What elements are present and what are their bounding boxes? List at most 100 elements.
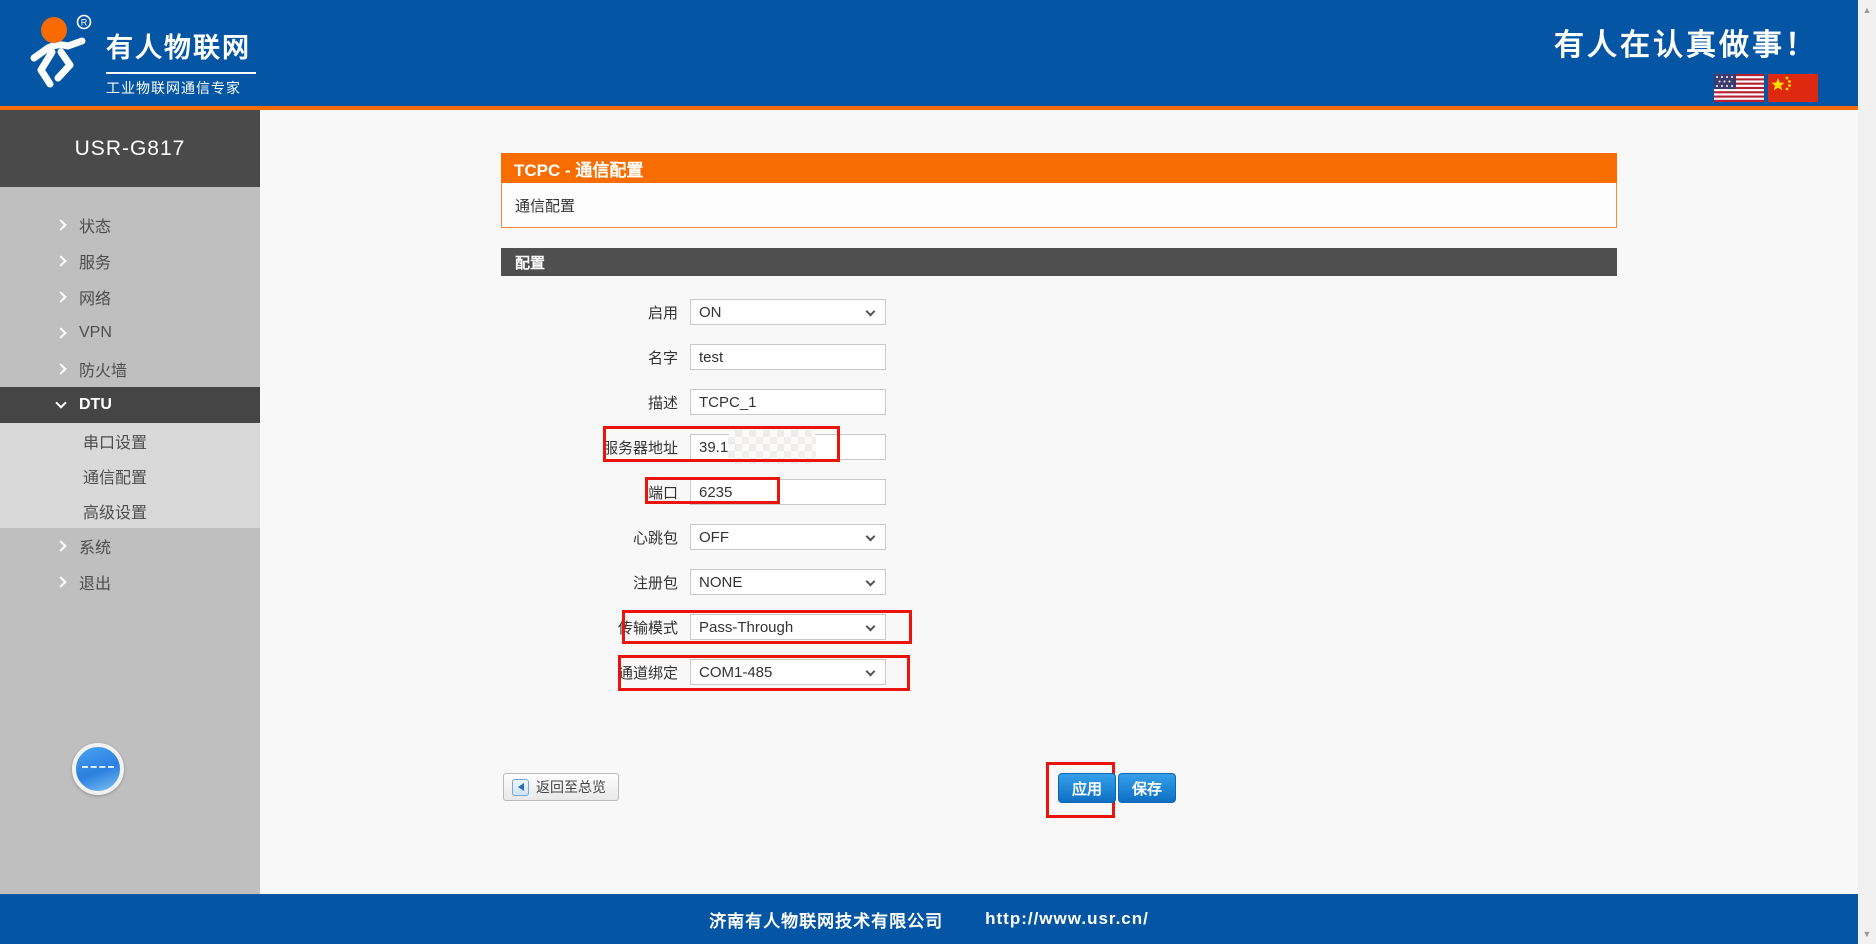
header-right: 有人在认真做事！ — [1554, 20, 1818, 102]
sidebar-item-label: 退出 — [79, 570, 111, 594]
page-subtitle: 通信配置 — [501, 183, 1617, 228]
form-row-channel-bind: 通道绑定 COM1-485 — [501, 659, 886, 685]
sidebar-item-label: VPN — [79, 324, 112, 342]
desc-field[interactable] — [690, 389, 886, 415]
form-row-transfer-mode: 传输模式 Pass-Through — [501, 614, 886, 640]
apply-button[interactable]: 应用 — [1058, 773, 1116, 803]
registered-mark: R — [81, 18, 88, 28]
vertical-scrollbar[interactable]: ▲ ▼ — [1858, 0, 1876, 944]
sidebar-item-label: 状态 — [79, 213, 111, 237]
sidebar-subitem-comm-config[interactable]: 通信配置 — [0, 458, 260, 493]
header-slogan: 有人在认真做事！ — [1554, 20, 1818, 64]
main-content: TCPC - 通信配置 通信配置 配置 启用 ON 名字 描述 服务器地址 — [260, 110, 1858, 894]
port-field[interactable] — [690, 479, 886, 505]
sidebar-item-label: DTU — [79, 396, 112, 414]
brand-divider — [106, 72, 256, 74]
dtu-submenu: 串口设置 通信配置 高级设置 — [0, 423, 260, 528]
chevron-right-icon — [55, 576, 66, 587]
brand: R 有人物联网 工业物联网通信专家 — [22, 12, 256, 98]
brand-subtitle: 工业物联网通信专家 — [106, 78, 256, 98]
chevron-right-icon — [55, 327, 66, 338]
sidebar-item-network[interactable]: 网络 — [0, 279, 260, 315]
form-row-register: 注册包 NONE — [501, 569, 886, 595]
chevron-right-icon — [55, 363, 66, 374]
back-button-label: 返回至总览 — [536, 777, 606, 797]
device-name: USR-G817 — [0, 110, 260, 187]
form-row-heartbeat: 心跳包 OFF — [501, 524, 886, 550]
channel-bind-label: 通道绑定 — [501, 662, 690, 683]
sidebar-subitem-advanced-settings[interactable]: 高级设置 — [0, 493, 260, 528]
sidebar-item-logout[interactable]: 退出 — [0, 564, 260, 600]
chevron-right-icon — [55, 291, 66, 302]
heartbeat-select-value: OFF — [691, 529, 729, 546]
footer: 济南有人物联网技术有限公司 http://www.usr.cn/ — [0, 894, 1858, 944]
port-label: 端口 — [501, 482, 690, 503]
section-header: 配置 — [501, 248, 1617, 276]
sidebar-subitem-label: 通信配置 — [83, 464, 147, 488]
chevron-down-icon — [866, 577, 876, 587]
form-row-desc: 描述 — [501, 389, 886, 415]
back-arrow-icon — [512, 779, 529, 796]
scroll-up-icon[interactable]: ▲ — [1858, 2, 1876, 18]
sidebar-item-vpn[interactable]: VPN — [0, 315, 260, 351]
chevron-right-icon — [55, 219, 66, 230]
sidebar-item-label: 网络 — [79, 285, 111, 309]
page-header-panel: TCPC - 通信配置 通信配置 — [501, 153, 1617, 228]
us-flag-icon[interactable] — [1714, 74, 1764, 102]
sidebar-item-status[interactable]: 状态 — [0, 207, 260, 243]
transfer-mode-select[interactable]: Pass-Through — [690, 614, 886, 640]
globe-badge-icon — [72, 743, 124, 795]
save-button[interactable]: 保存 — [1118, 773, 1176, 803]
cn-flag-icon[interactable] — [1768, 74, 1818, 102]
server-address-wrap — [690, 434, 886, 460]
back-to-overview-button[interactable]: 返回至总览 — [503, 773, 619, 801]
sidebar-subitem-label: 串口设置 — [83, 429, 147, 453]
server-address-label: 服务器地址 — [501, 437, 690, 458]
form-row-server: 服务器地址 — [501, 434, 886, 460]
chevron-right-icon — [55, 540, 66, 551]
footer-company: 济南有人物联网技术有限公司 — [709, 907, 943, 932]
config-form: 启用 ON 名字 描述 服务器地址 — [501, 299, 886, 704]
name-label: 名字 — [501, 347, 690, 368]
form-row-port: 端口 — [501, 479, 886, 505]
sidebar-item-dtu[interactable]: DTU — [0, 387, 260, 423]
heartbeat-label: 心跳包 — [501, 527, 690, 548]
enable-label: 启用 — [501, 302, 690, 323]
desc-label: 描述 — [501, 392, 690, 413]
channel-bind-select[interactable]: COM1-485 — [690, 659, 886, 685]
channel-bind-select-value: COM1-485 — [691, 664, 772, 681]
language-flags — [1554, 74, 1818, 102]
sidebar-subitem-serial-settings[interactable]: 串口设置 — [0, 423, 260, 458]
footer-url[interactable]: http://www.usr.cn/ — [985, 909, 1149, 929]
heartbeat-select[interactable]: OFF — [690, 524, 886, 550]
usr-logo-icon: R — [22, 12, 100, 94]
sidebar-item-label: 服务 — [79, 249, 111, 273]
register-select[interactable]: NONE — [690, 569, 886, 595]
sidebar-subitem-label: 高级设置 — [83, 499, 147, 523]
brand-title: 有人物联网 — [106, 26, 256, 65]
page: R 有人物联网 工业物联网通信专家 有人在认真做事！ — [0, 0, 1876, 944]
chevron-down-icon — [866, 307, 876, 317]
enable-select[interactable]: ON — [690, 299, 886, 325]
sidebar-item-services[interactable]: 服务 — [0, 243, 260, 279]
form-row-name: 名字 — [501, 344, 886, 370]
sidebar-item-label: 防火墙 — [79, 357, 127, 381]
form-row-enable: 启用 ON — [501, 299, 886, 325]
sidebar-item-firewall[interactable]: 防火墙 — [0, 351, 260, 387]
top-header: R 有人物联网 工业物联网通信专家 有人在认真做事！ — [0, 0, 1858, 106]
sidebar-item-label: 系统 — [79, 534, 111, 558]
register-select-value: NONE — [691, 574, 742, 591]
transfer-mode-select-value: Pass-Through — [691, 619, 793, 636]
transfer-mode-label: 传输模式 — [501, 617, 690, 638]
sidebar-item-system[interactable]: 系统 — [0, 528, 260, 564]
scroll-down-icon[interactable]: ▼ — [1858, 926, 1876, 942]
chevron-down-icon — [866, 532, 876, 542]
chevron-right-icon — [55, 255, 66, 266]
chevron-down-icon — [866, 667, 876, 677]
page-title: TCPC - 通信配置 — [501, 153, 1617, 183]
brand-text: 有人物联网 工业物联网通信专家 — [106, 26, 256, 98]
enable-select-value: ON — [691, 304, 722, 321]
chevron-down-icon — [866, 622, 876, 632]
name-field[interactable] — [690, 344, 886, 370]
sidebar-nav: 状态 服务 网络 VPN 防火墙 DTU — [0, 187, 260, 600]
